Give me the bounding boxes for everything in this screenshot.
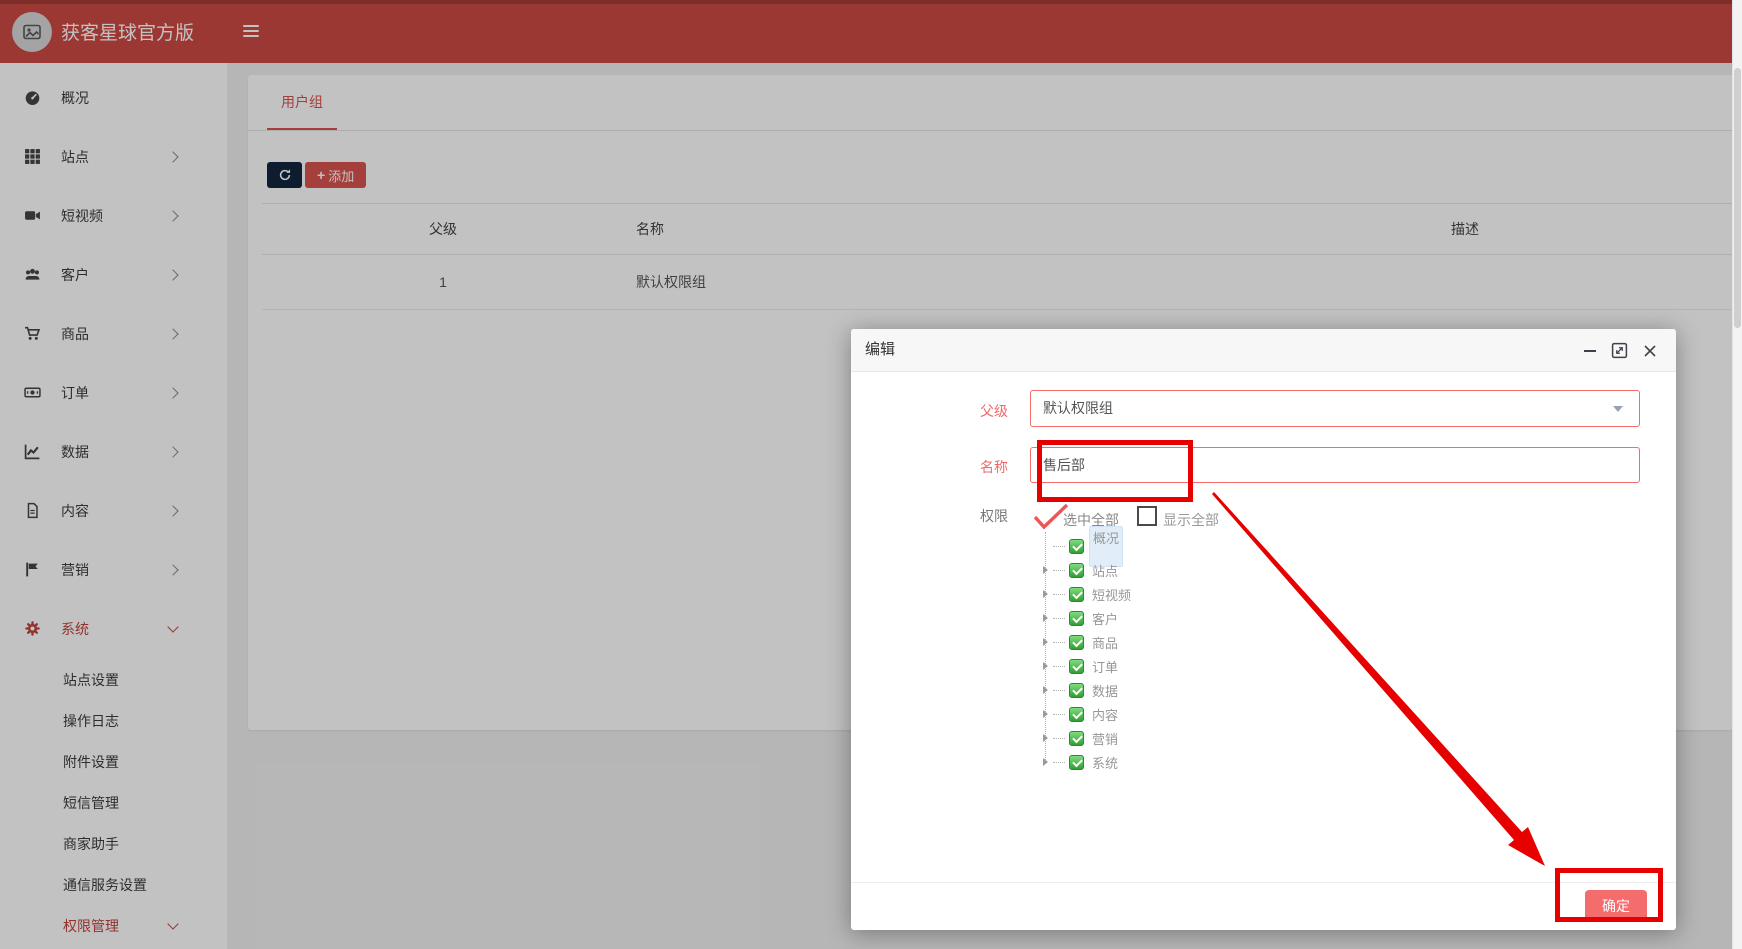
app-window: 获客星球官方版 概况 站点 短视频 客户 商品 订单 数据 内容 营销 系统 站… xyxy=(0,0,1742,949)
show-all-checkbox[interactable] xyxy=(1137,506,1157,526)
expander-icon[interactable] xyxy=(1043,614,1053,622)
maximize-icon[interactable] xyxy=(1611,342,1628,359)
tree-node-system[interactable]: 系统 xyxy=(1043,750,1283,774)
checkbox-checked-icon[interactable] xyxy=(1069,610,1084,626)
tree-node-overview[interactable]: 概况 xyxy=(1043,525,1283,567)
expander-icon[interactable] xyxy=(1043,590,1053,598)
parent-select-value: 默认权限组 xyxy=(1043,400,1113,416)
scrollbar-track[interactable] xyxy=(1732,0,1742,949)
expander-icon[interactable] xyxy=(1043,758,1053,766)
tree-node-sites[interactable]: 站点 xyxy=(1043,558,1283,582)
checkbox-checked-icon[interactable] xyxy=(1069,682,1084,698)
checkbox-checked-icon[interactable] xyxy=(1069,586,1084,602)
tree-node-marketing[interactable]: 营销 xyxy=(1043,726,1283,750)
expander-icon[interactable] xyxy=(1043,638,1053,646)
parent-field-label: 父级 xyxy=(980,403,1008,419)
tree-node-short-video[interactable]: 短视频 xyxy=(1043,582,1283,606)
parent-select[interactable]: 默认权限组 xyxy=(1030,390,1640,427)
expander-icon xyxy=(1043,542,1053,550)
tree-node-content[interactable]: 内容 xyxy=(1043,702,1283,726)
checkbox-checked-icon[interactable] xyxy=(1069,634,1084,650)
scrollbar-thumb[interactable] xyxy=(1734,68,1741,328)
tree-node-orders[interactable]: 订单 xyxy=(1043,654,1283,678)
checkbox-checked-icon[interactable] xyxy=(1069,658,1084,674)
expander-icon[interactable] xyxy=(1043,662,1053,670)
tree-node-products[interactable]: 商品 xyxy=(1043,630,1283,654)
tree-node-customers[interactable]: 客户 xyxy=(1043,606,1283,630)
expander-icon[interactable] xyxy=(1043,734,1053,742)
confirm-button[interactable]: 确定 xyxy=(1585,890,1647,921)
expander-icon[interactable] xyxy=(1043,710,1053,718)
dialog-header[interactable]: 编辑 xyxy=(851,329,1676,372)
show-all-label[interactable]: 显示全部 xyxy=(1163,510,1219,530)
minimize-icon[interactable] xyxy=(1581,342,1598,359)
checkbox-checked-icon[interactable] xyxy=(1069,706,1084,722)
checkbox-checked-icon[interactable] xyxy=(1069,538,1084,554)
permission-tree: 概况 站点 短视频 客户 商品 订单 数据 内容 营销 系统 xyxy=(1043,525,1283,774)
close-icon[interactable] xyxy=(1641,342,1658,359)
checkbox-checked-icon[interactable] xyxy=(1069,562,1084,578)
expander-icon[interactable] xyxy=(1043,566,1053,574)
name-field-label: 名称 xyxy=(980,459,1008,475)
checkbox-checked-icon[interactable] xyxy=(1069,730,1084,746)
footer-divider xyxy=(851,882,1676,883)
caret-down-icon xyxy=(1613,406,1623,412)
edit-dialog: 编辑 父级 默认权限组 名称 权限 选中全部 显示全部 xyxy=(851,329,1676,930)
expander-icon[interactable] xyxy=(1043,686,1053,694)
checkbox-checked-icon[interactable] xyxy=(1069,754,1084,770)
tree-node-data[interactable]: 数据 xyxy=(1043,678,1283,702)
name-input[interactable] xyxy=(1030,447,1640,483)
dialog-title: 编辑 xyxy=(865,341,896,358)
permission-field-label: 权限 xyxy=(980,508,1008,524)
